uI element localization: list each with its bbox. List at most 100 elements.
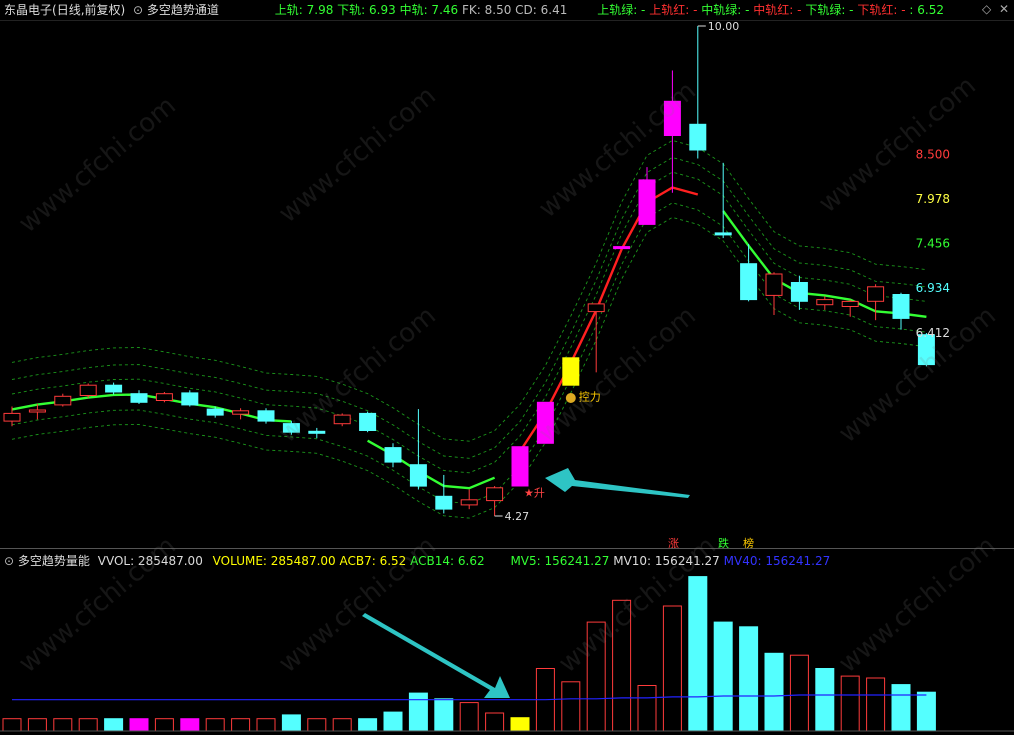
volume-bar <box>434 698 454 732</box>
upper-red-value: 上轨红: - <box>649 3 698 17</box>
volume-bar <box>358 718 378 732</box>
candle-body <box>663 100 681 137</box>
volume-bar <box>231 718 251 732</box>
volume-bar <box>154 718 174 732</box>
lower-rail-value: 下轨: 6.93 <box>337 3 396 17</box>
volume-bar <box>866 677 886 732</box>
candle-body <box>282 423 300 433</box>
mv5-value: MV5: 156241.27 <box>510 554 610 568</box>
volume-bar <box>78 718 98 732</box>
y-tick-label: 6.412 <box>916 326 950 340</box>
candle-body <box>740 263 758 301</box>
candle-body <box>613 246 631 250</box>
mv40-line <box>12 694 927 701</box>
volume-bar <box>916 691 936 732</box>
volume-bar <box>256 718 276 732</box>
y-tick-label: 7.978 <box>916 192 950 206</box>
lower-red-value: 下轨红: - <box>857 3 906 17</box>
vol-indicator-menu-icon[interactable]: ⊙ <box>4 551 14 571</box>
high-label: 10.00 <box>708 20 740 33</box>
vol-indicator-name[interactable]: 多空趋势量能 <box>18 551 90 571</box>
volume-bar <box>129 718 149 732</box>
indicator-name[interactable]: 多空趋势通道 <box>147 0 219 20</box>
channel-line <box>11 171 927 474</box>
candle-body <box>689 123 707 151</box>
pointer-arrow <box>545 468 690 498</box>
fk-value: FK: 8.50 <box>461 3 512 17</box>
candle-body <box>892 294 910 319</box>
candle-body <box>155 393 173 402</box>
mv40-value: MV40: 156241.27 <box>723 554 831 568</box>
volume-indicator-header: ⊙ 多空趋势量能 VVOL: 285487.00 VOLUME: 285487.… <box>0 551 1014 571</box>
close-icon[interactable]: ✕ <box>999 2 1009 16</box>
candle-body <box>714 232 732 236</box>
expand-icon[interactable]: ◇ <box>982 2 991 16</box>
volume-bar <box>205 718 225 732</box>
candle-body <box>308 430 326 434</box>
volume-bar <box>281 714 301 732</box>
volume-bar <box>764 652 784 732</box>
volume-bar <box>53 718 73 732</box>
candle-body <box>536 401 554 444</box>
lower-green-value: 下轨绿: - <box>805 3 854 17</box>
volume-bar <box>840 675 860 732</box>
volume-value: VOLUME: 285487.00 <box>212 554 336 568</box>
upper-rail-value: 上轨: 7.98 <box>274 3 334 17</box>
candle-body <box>130 393 148 403</box>
candle-body <box>359 412 377 431</box>
y-tick-label: 7.456 <box>916 237 950 251</box>
panel-separator <box>0 548 1014 549</box>
rise-label: ★升 <box>524 486 545 499</box>
force-label: 控力 <box>579 390 601 404</box>
candle-body <box>435 495 453 510</box>
chart-canvas: 8.5007.9787.4566.9346.41210.004.27★升控力涨跌… <box>0 20 1014 732</box>
volume-bar <box>27 718 47 732</box>
volume-bar <box>2 718 22 732</box>
acb7-value: ACB7: 6.52 <box>339 554 407 568</box>
candle-body <box>409 464 427 487</box>
header-underline <box>0 20 1014 21</box>
candle-body <box>816 299 834 306</box>
trend-line <box>11 393 292 423</box>
channel-line <box>11 157 927 459</box>
volume-bar <box>408 692 428 732</box>
vvol-value: VVOL: 285487.00 <box>97 554 203 568</box>
volume-bar <box>307 718 327 732</box>
candle-body <box>765 273 783 296</box>
indicator-menu-icon[interactable]: ⊙ <box>133 0 143 20</box>
mid-green-value: 中轨绿: - <box>701 3 750 17</box>
candle-body <box>181 392 199 406</box>
stock-name: 东晶电子 <box>4 3 53 17</box>
candle-body <box>460 499 478 506</box>
volume-bar <box>383 711 403 732</box>
candle-body <box>638 179 656 225</box>
acb14-value: ACB14: 6.62 <box>410 554 485 568</box>
candle-body <box>28 409 46 413</box>
last-value: : 6.52 <box>909 3 944 17</box>
money-bag-icon <box>565 392 576 403</box>
volume-bar <box>637 685 657 732</box>
mid-rail-value: 中轨: 7.46 <box>399 3 459 17</box>
volume-bar <box>739 626 759 732</box>
candle-body <box>562 357 580 386</box>
candle-body <box>486 487 504 502</box>
candle-body <box>841 300 859 307</box>
cd-value: CD: 6.41 <box>515 3 568 17</box>
volume-bar <box>713 621 733 732</box>
volume-bar <box>104 718 124 732</box>
volume-bar <box>891 684 911 732</box>
y-tick-label: 6.934 <box>916 281 950 295</box>
upper-green-value: 上轨绿: - <box>597 3 646 17</box>
volume-bar <box>612 599 632 732</box>
y-tick-label: 8.500 <box>916 147 950 161</box>
candle-body <box>867 286 885 302</box>
volume-bar <box>510 717 530 732</box>
volume-bar <box>662 605 682 732</box>
main-indicator-header: 东晶电子(日线,前复权) ⊙ 多空趋势通道 上轨: 7.98 下轨: 6.93 … <box>0 0 1014 20</box>
mid-red-value: 中轨红: - <box>753 3 802 17</box>
volume-bar <box>688 576 708 732</box>
candle-body <box>790 282 808 302</box>
volume-bar <box>332 718 352 732</box>
volume-bar <box>485 712 505 732</box>
candle-body <box>105 384 123 393</box>
